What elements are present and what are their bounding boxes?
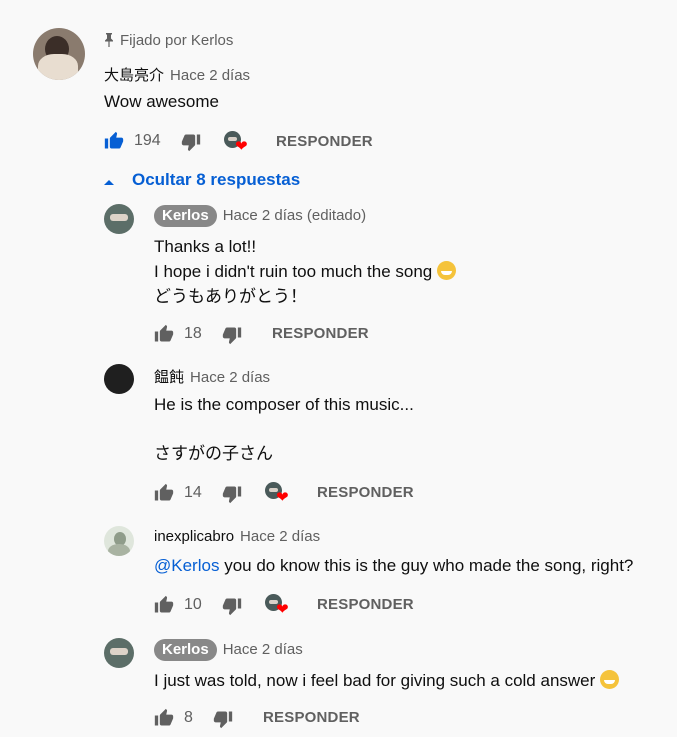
comment-header: 大島亮介 Hace 2 días [104, 64, 250, 85]
grinning-sweat-emoji [437, 261, 456, 280]
mention-link[interactable]: @Kerlos [154, 556, 219, 575]
comment-header: Kerlos Hace 2 días (editado) [154, 205, 366, 227]
like-icon[interactable] [154, 324, 174, 349]
comment-text: Wow awesome [104, 92, 219, 111]
like-icon[interactable] [154, 483, 174, 508]
reply-button[interactable]: RESPONDER [317, 484, 414, 501]
timestamp[interactable]: Hace 2 días [170, 67, 250, 84]
comment-header: 饂飩 Hace 2 días [154, 366, 270, 387]
dislike-icon[interactable] [222, 484, 242, 509]
reply-button[interactable]: RESPONDER [276, 133, 373, 150]
comment-text: さすがの子さん [154, 444, 273, 463]
avatar[interactable] [104, 204, 134, 234]
like-count: 10 [184, 596, 202, 613]
dislike-icon[interactable] [222, 325, 242, 350]
reply-button[interactable]: RESPONDER [317, 596, 414, 613]
avatar[interactable] [104, 526, 134, 556]
like-count: 18 [184, 325, 202, 342]
comment-text: Thanks a lot!! I hope i didn't ruin too … [154, 234, 456, 309]
avatar[interactable] [104, 638, 134, 668]
comment-line: I hope i didn't ruin too much the song [154, 259, 456, 284]
comment-header: Kerlos Hace 2 días [154, 639, 303, 661]
author-name[interactable]: 大島亮介 [104, 67, 164, 84]
like-icon[interactable] [154, 595, 174, 620]
comment-text: He is the composer of this music... [154, 395, 414, 414]
author-name[interactable]: inexplicabro [154, 528, 234, 545]
dislike-icon[interactable] [181, 132, 201, 157]
timestamp[interactable]: Hace 2 días [223, 641, 303, 658]
dislike-icon[interactable] [213, 709, 233, 734]
reply-button[interactable]: RESPONDER [263, 709, 360, 726]
creator-heart-icon: ❤ [224, 131, 250, 155]
creator-badge[interactable]: Kerlos [154, 639, 217, 661]
comment-text: @Kerlos you do know this is the guy who … [154, 556, 634, 575]
creator-heart-icon: ❤ [265, 482, 291, 506]
creator-heart-icon: ❤ [265, 594, 291, 618]
timestamp[interactable]: Hace 2 días (editado) [223, 207, 366, 224]
hide-replies-button[interactable]: Ocultar 8 respuestas [132, 170, 300, 190]
author-name[interactable]: 饂飩 [154, 369, 184, 386]
comment-line: Thanks a lot!! [154, 237, 257, 256]
like-icon[interactable] [104, 131, 124, 156]
comment-text: I just was told, now i feel bad for givi… [154, 668, 620, 693]
reply-button[interactable]: RESPONDER [272, 325, 369, 342]
caret-up-icon[interactable] [104, 174, 114, 192]
comment-line: どうもありがとう！ [154, 287, 307, 306]
avatar[interactable] [33, 28, 85, 80]
timestamp[interactable]: Hace 2 días [190, 369, 270, 386]
dislike-icon[interactable] [222, 596, 242, 621]
pinned-label: Fijado por Kerlos [104, 32, 233, 49]
like-count: 8 [184, 709, 193, 726]
avatar[interactable] [104, 364, 134, 394]
timestamp[interactable]: Hace 2 días [240, 528, 320, 545]
like-count: 14 [184, 484, 202, 501]
like-count: 194 [134, 132, 161, 149]
grinning-sweat-emoji [600, 670, 620, 689]
creator-badge[interactable]: Kerlos [154, 205, 217, 227]
like-icon[interactable] [154, 708, 174, 733]
pin-icon [104, 33, 114, 47]
comment-header: inexplicabro Hace 2 días [154, 528, 320, 545]
